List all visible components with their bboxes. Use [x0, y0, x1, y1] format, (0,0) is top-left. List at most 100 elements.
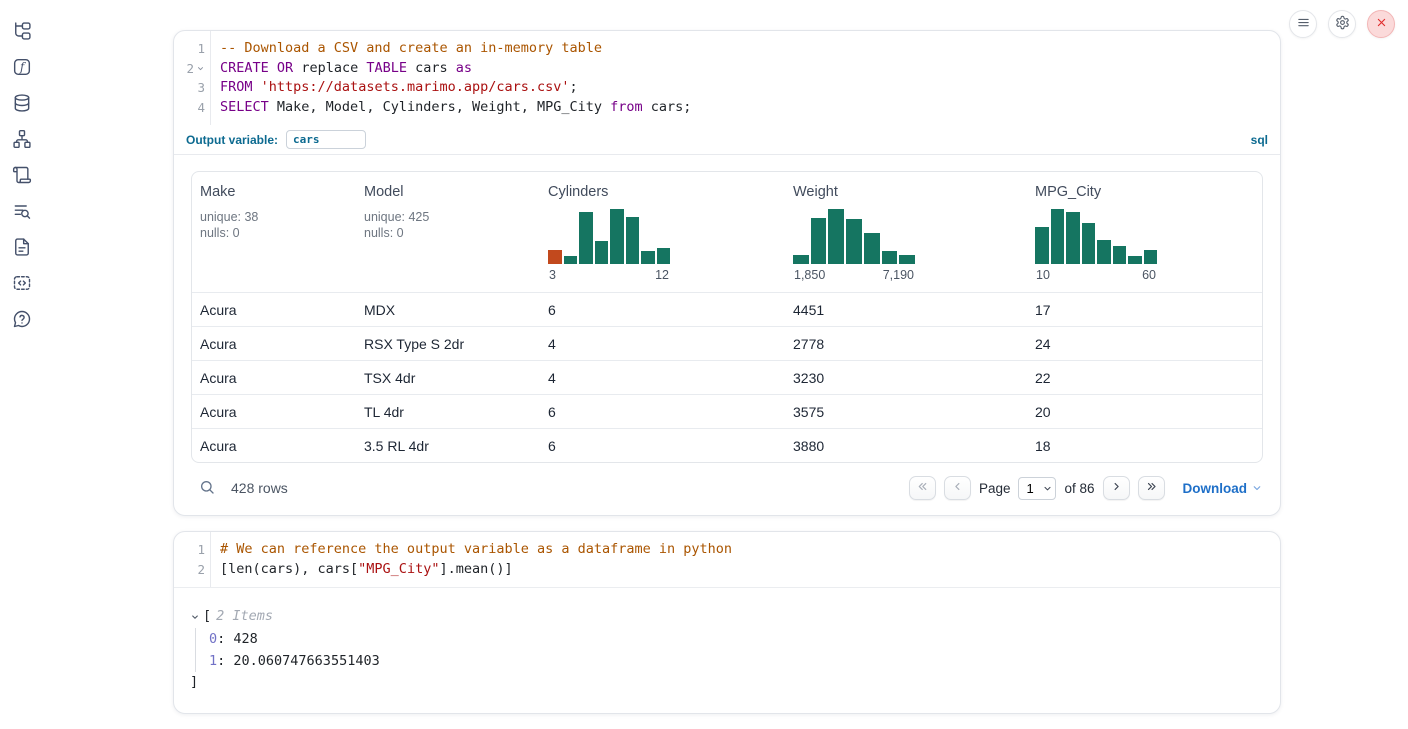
chevrons-right-icon: [1145, 480, 1158, 496]
gear-icon: [1335, 15, 1350, 33]
table-cell: RSX Type S 2dr: [356, 336, 540, 352]
histogram-bar: [864, 233, 880, 264]
table-cell: MDX: [356, 302, 540, 318]
histogram-bars: [548, 209, 670, 264]
last-page-button[interactable]: [1138, 476, 1165, 500]
item-key: 1: [209, 653, 217, 669]
scroll-icon: [12, 165, 32, 188]
items-count-label: 2 Items: [216, 606, 273, 627]
histogram-bar: [1144, 250, 1158, 264]
download-button[interactable]: Download: [1183, 481, 1264, 496]
snippets-button[interactable]: [11, 273, 33, 295]
python-output-tree: [2 Items0: 4281: 20.060747663551403]: [174, 587, 1280, 713]
code-line: 4SELECT Make, Model, Cylinders, Weight, …: [174, 98, 1280, 118]
histogram-bars: [1035, 209, 1157, 264]
histogram-min-label: 10: [1036, 268, 1050, 282]
code-line: 3FROM 'https://datasets.marimo.app/cars.…: [174, 78, 1280, 98]
sql-code-editor[interactable]: 1-- Download a CSV and create an in-memo…: [174, 31, 1280, 125]
histogram-bar: [657, 248, 671, 264]
table-cell: 24: [1027, 336, 1262, 352]
table-cell: 3575: [785, 404, 1027, 420]
table-cell: 4451: [785, 302, 1027, 318]
help-button[interactable]: [11, 309, 33, 331]
table-cell: Acura: [192, 370, 356, 386]
column-header-mpg_city[interactable]: MPG_City1060: [1027, 184, 1262, 282]
svg-text:f: f: [19, 60, 27, 74]
scratchpad-button[interactable]: f: [11, 57, 33, 79]
sql-cell: 1 -- Download a CSV and create an in-memo…: [173, 30, 1281, 516]
first-page-button[interactable]: [909, 476, 936, 500]
chevron-down-icon[interactable]: [190, 612, 200, 622]
histogram-bar: [1066, 212, 1080, 264]
column-header-model[interactable]: Model unique: 425nulls: 0: [356, 184, 540, 282]
pagination: Page 1 of 86 Download: [909, 476, 1263, 500]
histogram-bar: [610, 209, 624, 264]
dependency-graph-button[interactable]: [11, 129, 33, 151]
histogram-bar: [595, 241, 609, 264]
histogram-bar: [811, 218, 827, 264]
table-cell: 2778: [785, 336, 1027, 352]
stat-line: nulls: 0: [200, 225, 356, 241]
histogram-bar: [793, 255, 809, 264]
search-logs-button[interactable]: [11, 201, 33, 223]
histogram-axis-labels: 312: [548, 268, 670, 282]
column-title: Model: [364, 184, 540, 200]
table-cell: Acura: [192, 438, 356, 454]
logs-button[interactable]: [11, 165, 33, 187]
table-body: AcuraMDX6445117AcuraRSX Type S 2dr427782…: [192, 292, 1262, 462]
code-text: -- Download a CSV and create an in-memor…: [210, 39, 602, 59]
python-code-editor[interactable]: 1# We can reference the output variable …: [174, 532, 1280, 587]
table-row: AcuraTL 4dr6357520: [192, 394, 1262, 428]
line-number: 3: [174, 78, 210, 98]
chevron-down-icon: [1251, 482, 1263, 494]
column-header-make[interactable]: Make unique: 38nulls: 0: [192, 184, 356, 282]
table-cell: 17: [1027, 302, 1262, 318]
code-text: SELECT Make, Model, Cylinders, Weight, M…: [210, 98, 691, 118]
next-page-button[interactable]: [1103, 476, 1130, 500]
stat-line: nulls: 0: [364, 225, 540, 241]
code-line: 1-- Download a CSV and create an in-memo…: [174, 39, 1280, 59]
code-text: CREATE OR replace TABLE cars as: [210, 59, 472, 79]
fold-toggle-icon[interactable]: [196, 64, 205, 73]
previous-page-button[interactable]: [944, 476, 971, 500]
close-button[interactable]: [1367, 10, 1395, 38]
search-button[interactable]: [199, 479, 215, 498]
menu-button[interactable]: [1289, 10, 1317, 38]
column-header-weight[interactable]: Weight1,8507,190: [785, 184, 1027, 282]
histogram-bar: [1128, 256, 1142, 264]
item-key: 0: [209, 631, 217, 647]
output-variable-label: Output variable:: [186, 133, 278, 147]
column-title: Cylinders: [548, 184, 785, 200]
code-line: 2CREATE OR replace TABLE cars as: [174, 59, 1280, 79]
column-title: Make: [200, 184, 356, 200]
output-variable-input[interactable]: [286, 130, 366, 149]
histogram-bar: [641, 251, 655, 264]
close-bracket: ]: [190, 672, 1264, 693]
open-bracket: [: [203, 606, 211, 627]
histogram-bar: [846, 219, 862, 264]
table-cell: 4: [540, 336, 785, 352]
stat-line: unique: 425: [364, 209, 540, 225]
table-cell: 6: [540, 438, 785, 454]
sql-output-area: Makeunique: 38nulls: 0Modelunique: 425nu…: [174, 155, 1280, 515]
table-footer: 428 rows Page 1 of 86: [191, 473, 1263, 503]
tree-item: 1: 20.060747663551403: [209, 650, 1264, 672]
code-text: [len(cars), cars["MPG_City"].mean()]: [210, 560, 513, 580]
file-tree-icon: [12, 21, 32, 44]
file-explorer-button[interactable]: [11, 21, 33, 43]
histogram-axis-labels: 1,8507,190: [793, 268, 915, 282]
documentation-button[interactable]: [11, 237, 33, 259]
histogram-min-label: 1,850: [794, 268, 825, 282]
snippets-icon: [12, 273, 32, 296]
settings-button[interactable]: [1328, 10, 1356, 38]
tree-item: 0: 428: [209, 628, 1264, 650]
table-row: AcuraRSX Type S 2dr4277824: [192, 326, 1262, 360]
histogram-bar: [564, 256, 578, 264]
code-line: 2[len(cars), cars["MPG_City"].mean()]: [174, 560, 1280, 580]
column-stats: unique: 38nulls: 0: [200, 209, 356, 241]
tree-items: 0: 4281: 20.060747663551403: [195, 628, 1264, 672]
page-select[interactable]: 1: [1018, 477, 1056, 500]
database-icon: [12, 93, 32, 116]
datasources-button[interactable]: [11, 93, 33, 115]
column-header-cylinders[interactable]: Cylinders 312: [540, 184, 785, 282]
